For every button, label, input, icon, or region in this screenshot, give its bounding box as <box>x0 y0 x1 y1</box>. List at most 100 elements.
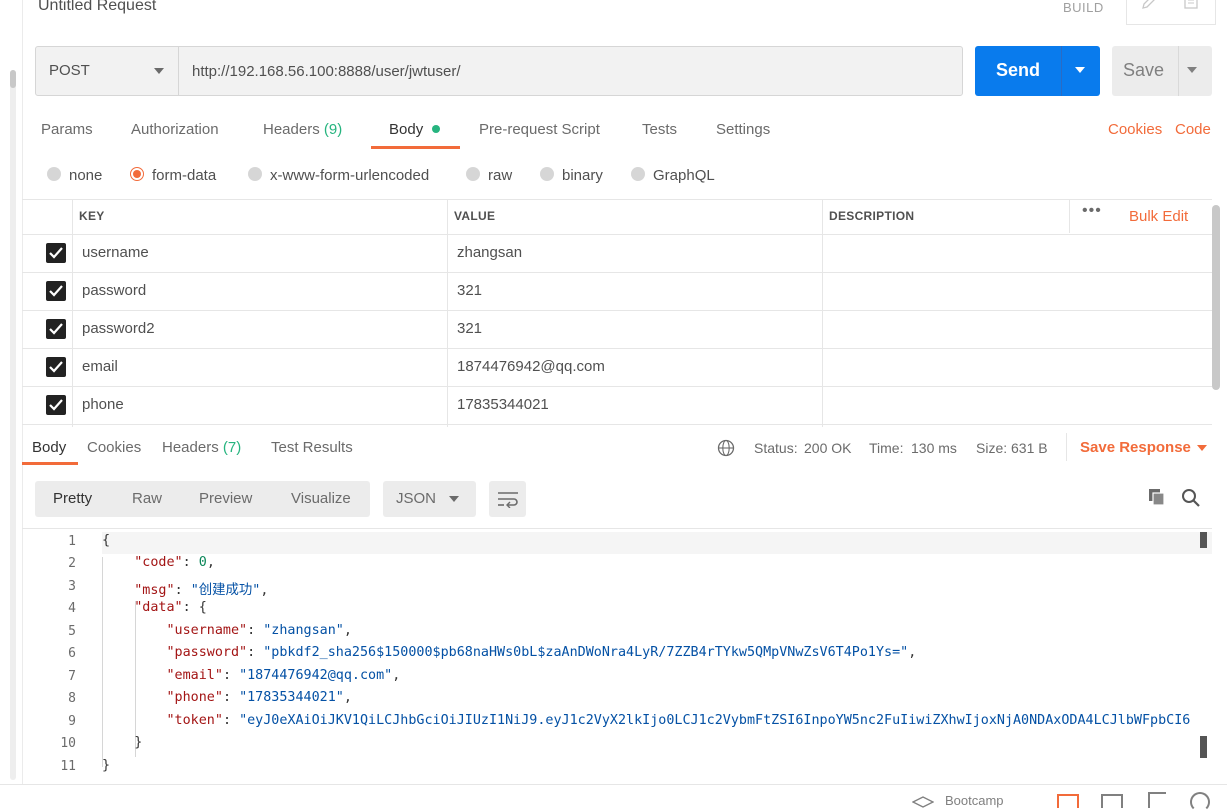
help-icon[interactable] <box>1190 792 1210 812</box>
radio-raw[interactable] <box>466 167 480 181</box>
radio-form-data[interactable] <box>130 167 144 181</box>
column-header-value: VALUE <box>454 209 496 223</box>
row-value[interactable]: 17835344021 <box>457 396 549 413</box>
radio-label-x-www-form-urlencoded[interactable]: x-www-form-urlencoded <box>270 167 429 184</box>
wrap-lines-button[interactable] <box>489 481 526 517</box>
chevron-down-icon <box>449 496 459 502</box>
tab-tests[interactable]: Tests <box>642 121 677 138</box>
bulk-edit-link[interactable]: Bulk Edit <box>1129 208 1188 225</box>
code-line: "password": "pbkdf2_sha256$150000$pb68na… <box>166 645 917 660</box>
json-string: "pbkdf2_sha256$150000$pb68naHWs0bL$zaAnD… <box>263 645 909 660</box>
top-actions <box>1126 0 1216 25</box>
line-number: 3 <box>68 579 76 594</box>
bootcamp-link[interactable]: Bootcamp <box>945 793 1004 808</box>
view-visualize[interactable]: Visualize <box>291 490 351 507</box>
tab-headers[interactable]: Headers (9) <box>263 121 342 138</box>
radio-graphql[interactable] <box>631 167 645 181</box>
row-key[interactable]: email <box>82 358 118 375</box>
view-pretty[interactable]: Pretty <box>53 490 92 507</box>
view-preview[interactable]: Preview <box>199 490 252 507</box>
line-number: 5 <box>68 624 76 639</box>
url-input[interactable] <box>179 47 959 95</box>
code-line: "email": "1874476942@qq.com", <box>166 668 401 683</box>
bootcamp-icon[interactable] <box>911 795 935 812</box>
line-number: 4 <box>68 601 76 616</box>
view-raw[interactable]: Raw <box>132 490 162 507</box>
row-value[interactable]: 321 <box>457 282 482 299</box>
response-tab-cookies[interactable]: Cookies <box>87 439 141 456</box>
tab-settings[interactable]: Settings <box>716 121 770 138</box>
method-select[interactable]: POST <box>36 47 179 95</box>
column-divider <box>822 199 823 427</box>
row-enabled-checkbox[interactable] <box>46 281 66 301</box>
table-scrollbar[interactable] <box>1212 205 1220 390</box>
table-row: password2 321 <box>22 310 1212 349</box>
sidebar-scroll-thumb[interactable] <box>10 70 16 88</box>
tab-authorization[interactable]: Authorization <box>131 121 219 138</box>
json-string: "1874476942@qq.com" <box>239 668 393 683</box>
column-divider <box>447 199 448 427</box>
row-key[interactable]: phone <box>82 396 124 413</box>
code-line: } <box>102 735 143 750</box>
row-value[interactable]: zhangsan <box>457 244 522 261</box>
request-title[interactable]: Untitled Request <box>38 0 156 15</box>
divider <box>1066 433 1067 461</box>
row-value[interactable]: 1874476942@qq.com <box>457 358 605 375</box>
radio-label-graphql[interactable]: GraphQL <box>653 167 715 184</box>
globe-icon[interactable] <box>717 439 735 461</box>
code-scroll-thumb[interactable] <box>1200 736 1207 758</box>
tab-pre-request-script[interactable]: Pre-request Script <box>479 121 600 138</box>
json-key: "msg" <box>134 583 175 598</box>
radio-x-www-form-urlencoded[interactable] <box>248 167 262 181</box>
code-link[interactable]: Code <box>1175 121 1211 138</box>
radio-label-raw[interactable]: raw <box>488 167 512 184</box>
radio-label-binary[interactable]: binary <box>562 167 603 184</box>
active-response-tab-underline <box>22 462 78 465</box>
row-key[interactable]: password <box>82 282 146 299</box>
save-response-button[interactable]: Save Response <box>1080 439 1191 456</box>
request-url-bar: POST <box>35 46 963 96</box>
method-value: POST <box>49 62 90 79</box>
save-response-chevron-icon[interactable] <box>1197 445 1207 451</box>
row-enabled-checkbox[interactable] <box>46 357 66 377</box>
comments-icon[interactable] <box>1171 0 1211 16</box>
search-icon[interactable] <box>1181 488 1201 512</box>
edit-icon[interactable] <box>1129 0 1169 16</box>
save-options-chevron-icon[interactable] <box>1187 67 1197 73</box>
radio-label-form-data[interactable]: form-data <box>152 167 216 184</box>
tab-params[interactable]: Params <box>41 121 93 138</box>
row-value[interactable]: 321 <box>457 320 482 337</box>
row-key[interactable]: password2 <box>82 320 155 337</box>
tab-body[interactable]: Body <box>389 121 423 138</box>
active-line-highlight <box>102 532 1212 554</box>
build-mode-label[interactable]: BUILD <box>1063 0 1104 15</box>
sidebar-scrollbar[interactable] <box>10 70 16 780</box>
send-button[interactable]: Send <box>975 46 1100 96</box>
layout-icon[interactable] <box>1101 794 1123 808</box>
copy-icon[interactable] <box>1147 487 1167 511</box>
response-tab-body[interactable]: Body <box>32 439 66 456</box>
response-tab-headers[interactable]: Headers (7) <box>162 439 241 456</box>
row-enabled-checkbox[interactable] <box>46 243 66 263</box>
two-pane-view-icon[interactable] <box>1057 794 1079 808</box>
line-number: 2 <box>68 556 76 571</box>
save-button[interactable]: Save <box>1112 46 1212 96</box>
response-body-viewer[interactable]: 1 2 3 4 5 6 7 8 9 10 11 { "code": 0, "ms… <box>22 528 1212 774</box>
more-options-icon[interactable]: ••• <box>1082 202 1102 220</box>
radio-binary[interactable] <box>540 167 554 181</box>
table-row: phone 17835344021 <box>22 386 1212 425</box>
format-select[interactable]: JSON <box>383 481 476 517</box>
row-enabled-checkbox[interactable] <box>46 319 66 339</box>
radio-label-none[interactable]: none <box>69 167 102 184</box>
radio-none[interactable] <box>47 167 61 181</box>
cookies-link[interactable]: Cookies <box>1108 121 1162 138</box>
code-line: "token": "eyJ0eXAiOiJKV1QiLCJhbGciOiJIUz… <box>166 713 1191 728</box>
row-enabled-checkbox[interactable] <box>46 395 66 415</box>
keyboard-shortcuts-icon[interactable] <box>1148 792 1166 808</box>
response-tab-headers-label: Headers <box>162 439 219 456</box>
table-row: email 1874476942@qq.com <box>22 348 1212 387</box>
row-key[interactable]: username <box>82 244 149 261</box>
json-string: "创建成功" <box>190 583 261 598</box>
send-options-chevron-icon[interactable] <box>1075 67 1085 73</box>
response-tab-test-results[interactable]: Test Results <box>271 439 353 456</box>
